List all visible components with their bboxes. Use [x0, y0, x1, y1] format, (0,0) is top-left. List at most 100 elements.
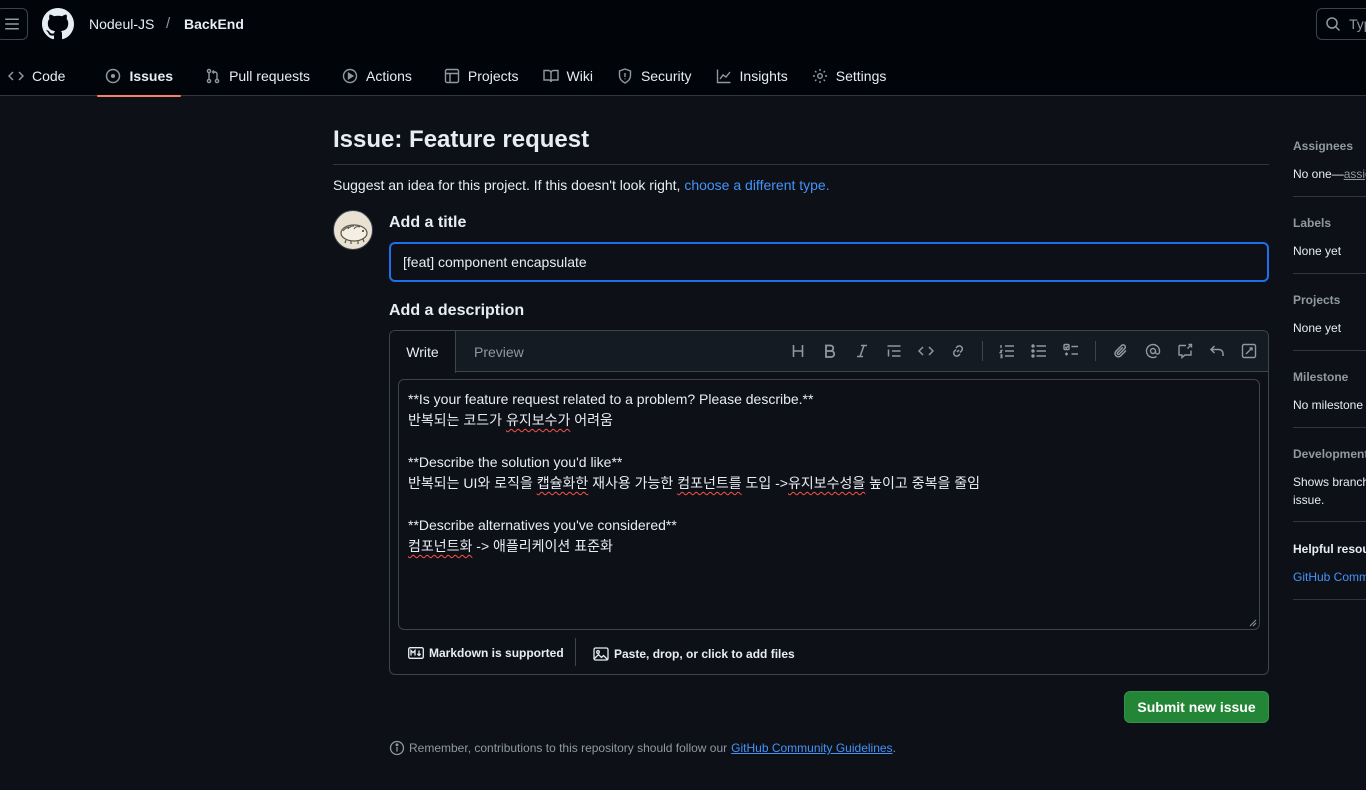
- reference-icon[interactable]: [1177, 343, 1193, 359]
- tab-projects[interactable]: Projects: [436, 56, 527, 96]
- avatar[interactable]: [333, 210, 373, 250]
- quote-icon[interactable]: [886, 343, 902, 359]
- assign-yourself-link[interactable]: assign: [1344, 167, 1366, 181]
- tab-pull-requests[interactable]: Pull requests: [197, 56, 318, 96]
- heading-icon[interactable]: [790, 343, 806, 359]
- ordered-list-icon[interactable]: [999, 343, 1015, 359]
- tab-actions[interactable]: Actions: [334, 56, 420, 96]
- body-line-part: 유지보수성을: [788, 475, 866, 491]
- markdown-supported-link[interactable]: Markdown is supported: [408, 646, 564, 660]
- markdown-note: Markdown is supported: [429, 646, 564, 660]
- tab-actions-label: Actions: [366, 68, 412, 84]
- tab-wiki[interactable]: Wiki: [535, 56, 601, 96]
- tab-write[interactable]: Write: [390, 331, 456, 373]
- projects-heading[interactable]: Projects: [1293, 293, 1366, 307]
- sidebar-divider: [1293, 599, 1366, 600]
- guidelines-reminder: Remember, contributions to this reposito…: [389, 740, 896, 756]
- tab-code-label: Code: [32, 68, 66, 84]
- milestone-heading[interactable]: Milestone: [1293, 370, 1366, 384]
- community-guidelines-link[interactable]: GitHub Community Guidelines: [731, 741, 892, 755]
- git-pull-request-icon: [206, 68, 220, 84]
- sidebar-divider: [1293, 521, 1366, 522]
- description-editor: Write Preview **Is your feature request …: [389, 330, 1269, 675]
- code-icon[interactable]: [918, 343, 934, 359]
- development-heading[interactable]: Development: [1293, 447, 1366, 461]
- toolbar-divider: [982, 341, 983, 361]
- graph-icon: [716, 69, 731, 84]
- labels-heading[interactable]: Labels: [1293, 216, 1366, 230]
- body-line: **Describe alternatives you've considere…: [408, 517, 677, 533]
- tab-security[interactable]: Security: [609, 56, 700, 96]
- image-icon: [593, 647, 609, 661]
- template-note: Suggest an idea for this project. If thi…: [333, 177, 830, 193]
- editor-header: Write Preview: [390, 331, 1268, 373]
- tab-projects-label: Projects: [467, 68, 519, 84]
- resize-handle-icon[interactable]: [1249, 619, 1257, 627]
- footer-divider: [575, 638, 576, 666]
- undo-icon[interactable]: [1209, 343, 1225, 359]
- tab-insights[interactable]: Insights: [708, 56, 796, 96]
- title-divider: [333, 164, 1269, 165]
- search-input[interactable]: Typ: [1316, 8, 1366, 40]
- fullscreen-icon[interactable]: [1241, 343, 1257, 359]
- body-line: **Is your feature request related to a p…: [408, 391, 814, 407]
- github-logo-icon[interactable]: [42, 8, 74, 40]
- tab-preview[interactable]: Preview: [474, 331, 524, 372]
- body-line-part: 반복되는 UI와 로직을: [408, 475, 537, 491]
- body-line-part: 높이고 중복을 줄임: [865, 475, 980, 491]
- search-placeholder: Typ: [1349, 16, 1366, 32]
- path-separator: /: [166, 15, 171, 32]
- body-line-part: 도입 ->: [741, 475, 788, 491]
- sidebar-labels: Labels None yet: [1293, 216, 1366, 258]
- development-value-line2: issue.: [1293, 493, 1325, 507]
- body-line-part: 반복되는 코드가: [408, 412, 506, 428]
- helpful-community-link[interactable]: GitHub Comm: [1293, 570, 1366, 584]
- bold-icon[interactable]: [822, 343, 838, 359]
- body-line: 반복되는 코드가 유지보수가 어려움: [408, 410, 1250, 431]
- template-note-text: Suggest an idea for this project. If thi…: [333, 177, 681, 193]
- tab-pull-requests-label: Pull requests: [229, 68, 310, 84]
- submit-new-issue-button[interactable]: Submit new issue: [1124, 691, 1269, 723]
- sidebar-projects: Projects None yet: [1293, 293, 1366, 335]
- reminder-text: Remember, contributions to this reposito…: [409, 741, 728, 755]
- editor-footer: Markdown is supported Paste, drop, or cl…: [390, 638, 1268, 674]
- body-line: 컴포넌트화 -> 애플리케이션 표준화: [408, 536, 1250, 557]
- choose-type-link[interactable]: choose a different type.: [684, 177, 829, 193]
- body-line: 반복되는 UI와 로직을 캡슐화한 재사용 가능한 컴포넌트를 도입 ->유지보…: [408, 473, 1250, 494]
- sidebar-helpful: Helpful resou GitHub Comm: [1293, 542, 1366, 584]
- sidebar-assignees: Assignees No one—assign: [1293, 139, 1366, 181]
- tab-code[interactable]: Code: [0, 56, 73, 96]
- assignees-heading[interactable]: Assignees: [1293, 139, 1366, 153]
- assignees-none: No one—: [1293, 167, 1344, 181]
- assignees-value: No one—assign: [1293, 167, 1366, 181]
- description-textarea[interactable]: **Is your feature request related to a p…: [398, 379, 1260, 630]
- sidebar-divider: [1293, 427, 1366, 428]
- link-icon[interactable]: [950, 343, 966, 359]
- projects-value: None yet: [1293, 321, 1342, 335]
- body-line: **Describe the solution you'd like**: [408, 454, 623, 470]
- development-value-line1: Shows branch: [1293, 475, 1366, 489]
- sidebar-divider: [1293, 350, 1366, 351]
- owner-link[interactable]: Nodeul-JS: [89, 16, 154, 32]
- task-list-icon[interactable]: [1063, 343, 1079, 359]
- attach-files-button[interactable]: Paste, drop, or click to add files: [593, 646, 795, 662]
- body-line: [408, 494, 1250, 515]
- tab-settings-label: Settings: [835, 68, 887, 84]
- tab-insights-label: Insights: [739, 68, 788, 84]
- sidebar-development: Development Shows branch issue.: [1293, 447, 1366, 507]
- body-line: [408, 431, 1250, 452]
- toolbar-divider: [1095, 341, 1096, 361]
- unordered-list-icon[interactable]: [1031, 343, 1047, 359]
- code-icon: [8, 71, 24, 81]
- italic-icon[interactable]: [854, 343, 870, 359]
- body-line-part: 캡슐화한: [536, 475, 589, 491]
- mention-icon[interactable]: [1145, 343, 1161, 359]
- hamburger-icon[interactable]: [0, 8, 28, 40]
- issue-title-input[interactable]: [feat] component encapsulate: [389, 242, 1269, 282]
- repo-link[interactable]: BackEnd: [184, 16, 244, 32]
- helpful-heading: Helpful resou: [1293, 542, 1366, 556]
- attach-icon[interactable]: [1113, 343, 1129, 359]
- tab-issues[interactable]: Issues: [97, 56, 181, 97]
- description-label: Add a description: [389, 302, 525, 319]
- tab-settings[interactable]: Settings: [804, 56, 895, 96]
